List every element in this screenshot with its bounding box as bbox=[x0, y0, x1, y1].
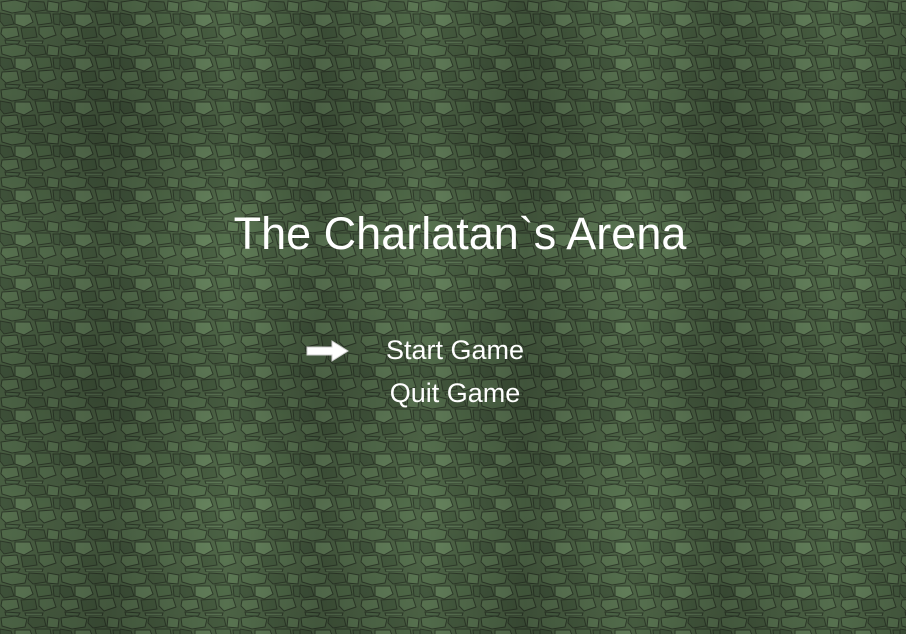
cobblestone-background bbox=[0, 0, 906, 634]
right-arrow-icon bbox=[306, 340, 349, 362]
game-title: The Charlatan`s Arena bbox=[233, 208, 687, 259]
start-game-button[interactable]: Start Game bbox=[355, 332, 555, 368]
title-screen: The Charlatan`s Arena Start Game Quit Ga… bbox=[0, 0, 906, 634]
quit-game-button[interactable]: Quit Game bbox=[355, 375, 555, 411]
